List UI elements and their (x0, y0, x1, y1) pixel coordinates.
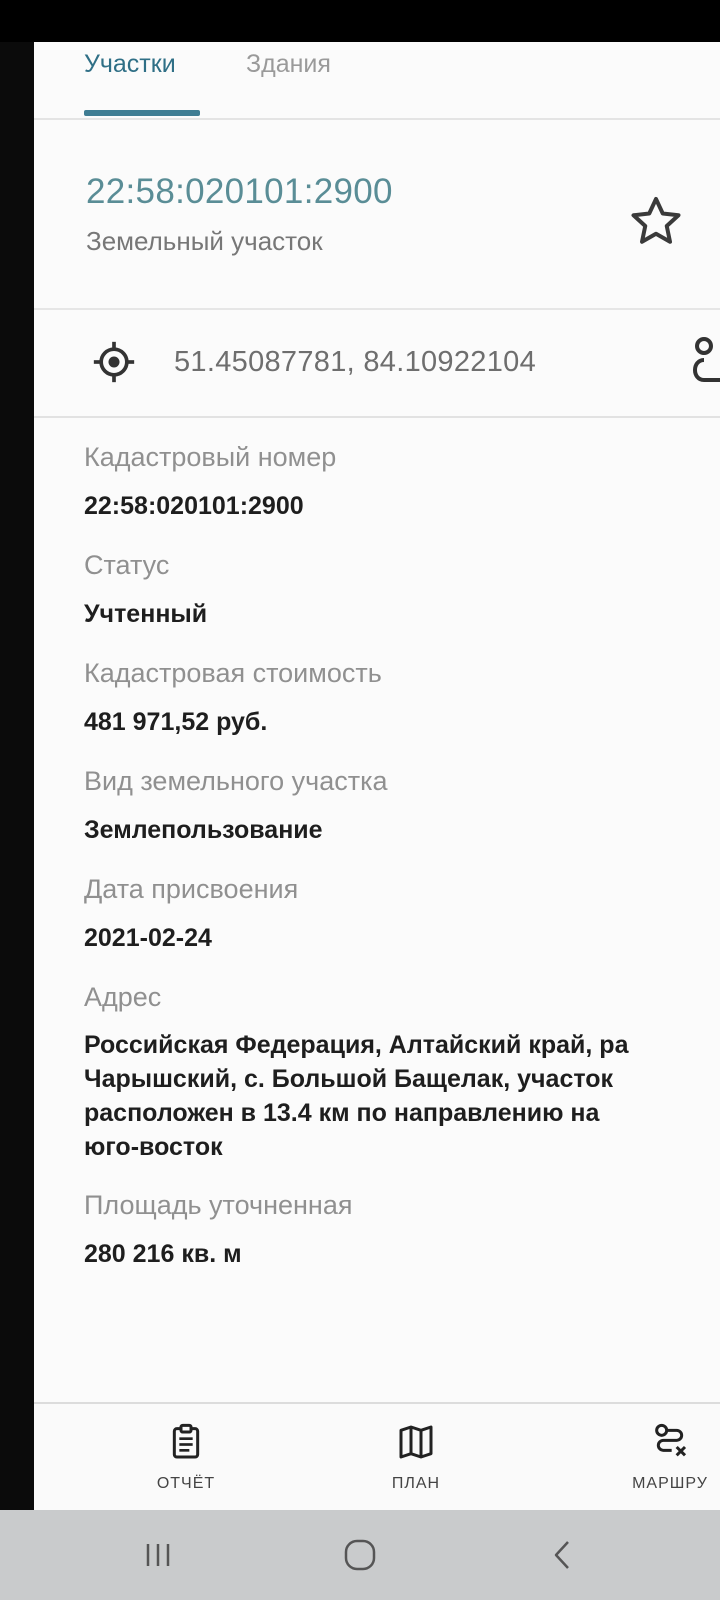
field-status: Статус Учтенный (84, 546, 720, 632)
address-line: юго-восток (84, 1133, 223, 1161)
address-line: Чарышский, с. Большой Бащелак, участок (84, 1065, 614, 1093)
coordinates-row[interactable]: 51.45087781, 84.10922104 (34, 310, 720, 418)
field-label: Кадастровый номер (84, 442, 337, 472)
app-screen: Участки Здания 22:58:020101:2900 Земельн… (34, 42, 720, 1510)
field-value: Учтенный (84, 600, 208, 628)
nav-label: МАРШРУ (632, 1475, 708, 1492)
property-details: Кадастровый номер 22:58:020101:2900 Стат… (84, 438, 720, 1294)
active-tab-indicator (84, 110, 200, 116)
field-value: 280 216 кв. м (84, 1240, 242, 1268)
field-label: Дата присвоения (84, 874, 299, 904)
field-value: Землепользование (84, 816, 323, 844)
address-line: расположен в 13.4 км по направлению на (84, 1099, 600, 1127)
field-cadastral-value: Кадастровая стоимость 481 971,52 руб. (84, 654, 720, 740)
field-value: 2021-02-24 (84, 924, 212, 952)
field-label: Кадастровая стоимость (84, 658, 382, 688)
nav-plan[interactable]: ПЛАН (356, 1422, 476, 1493)
back-icon[interactable] (532, 1534, 592, 1576)
cadastral-number-title[interactable]: 22:58:020101:2900 (86, 172, 393, 212)
home-icon[interactable] (330, 1534, 390, 1576)
field-value: 481 971,52 руб. (84, 708, 268, 736)
coordinates-value: 51.45087781, 84.10922104 (174, 346, 536, 378)
field-label: Адрес (84, 982, 162, 1012)
nav-label: ПЛАН (391, 1475, 441, 1492)
nav-report[interactable]: ОТЧЁТ (126, 1422, 246, 1493)
field-cadastral-number: Кадастровый номер 22:58:020101:2900 (84, 438, 720, 524)
more-icon[interactable] (710, 210, 720, 234)
route-icon (655, 1423, 687, 1457)
location-target-icon (93, 341, 135, 383)
tab-plots[interactable]: Участки (84, 50, 176, 79)
field-address: Адрес Российская Федерация, Алтайский кр… (84, 978, 720, 1164)
map-icon (399, 1425, 433, 1459)
clipboard-icon (172, 1423, 200, 1459)
recent-apps-icon[interactable] (128, 1534, 188, 1576)
nav-label: ОТЧЁТ (156, 1475, 216, 1492)
screen-edge (0, 42, 34, 1510)
tab-bar: Участки Здания (34, 42, 720, 120)
field-value: Российская Федерация, Алтайский край, ра… (84, 1028, 720, 1164)
bottom-navigation: ОТЧЁТ ПЛАН МАРШРУ (34, 1402, 720, 1510)
field-value: 22:58:020101:2900 (84, 492, 304, 520)
field-label: Площадь уточненная (84, 1190, 353, 1220)
field-assignment-date: Дата присвоения 2021-02-24 (84, 870, 720, 956)
field-label: Статус (84, 550, 170, 580)
nav-route[interactable]: МАРШРУ (610, 1422, 720, 1493)
system-navigation-bar (0, 1510, 720, 1600)
route-icon[interactable] (688, 336, 720, 388)
star-icon[interactable] (626, 192, 686, 252)
field-land-type: Вид земельного участка Землепользование (84, 762, 720, 848)
status-bar (0, 0, 720, 42)
field-label: Вид земельного участка (84, 766, 388, 796)
field-area: Площадь уточненная 280 216 кв. м (84, 1186, 720, 1272)
object-header: 22:58:020101:2900 Земельный участок (34, 120, 720, 310)
address-line: Российская Федерация, Алтайский край, ра (84, 1031, 629, 1059)
tab-buildings[interactable]: Здания (246, 50, 331, 79)
object-type: Земельный участок (86, 226, 323, 256)
